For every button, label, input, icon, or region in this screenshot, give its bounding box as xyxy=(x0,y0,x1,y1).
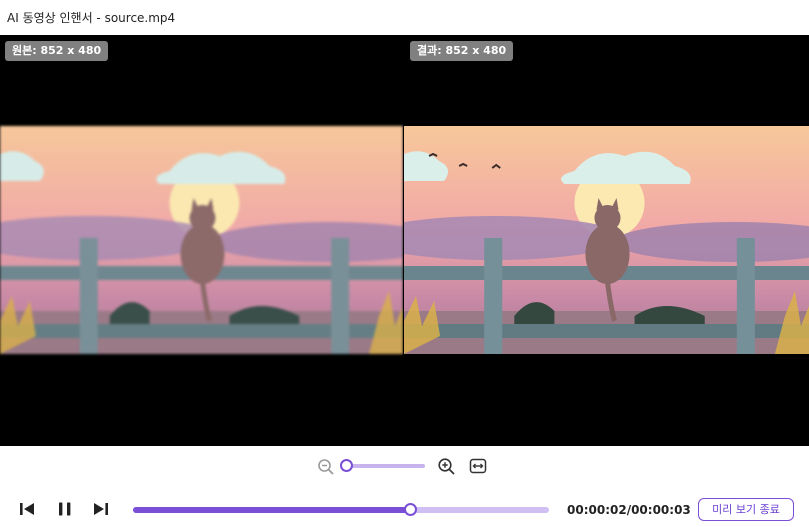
zoom-slider-thumb[interactable] xyxy=(340,459,353,472)
end-preview-button[interactable]: 미리 보기 종료 xyxy=(698,498,794,521)
original-resolution-badge: 원본: 852 x 480 xyxy=(5,41,109,61)
zoom-slider-track[interactable] xyxy=(343,464,425,468)
previous-frame-icon[interactable] xyxy=(19,501,37,517)
result-pane: 결과: 852 x 480 xyxy=(404,35,809,446)
original-pane: 원본: 852 x 480 xyxy=(0,35,403,446)
title-bar: AI 동영상 인핸서 - source.mp4 xyxy=(0,0,809,35)
pause-icon[interactable] xyxy=(56,501,74,517)
result-resolution-badge: 결과: 852 x 480 xyxy=(410,41,514,61)
next-frame-icon[interactable] xyxy=(91,501,109,517)
zoom-out-icon[interactable] xyxy=(317,458,335,476)
seek-bar-progress xyxy=(133,507,411,513)
playback-controls: 00:00:02/00:00:03 미리 보기 종료 xyxy=(0,486,809,527)
zoom-in-icon[interactable] xyxy=(437,457,456,476)
seek-bar[interactable] xyxy=(133,507,549,513)
result-frame-image xyxy=(404,126,809,354)
seek-bar-thumb[interactable] xyxy=(403,503,417,516)
result-video-frame xyxy=(404,126,809,354)
zoom-controls xyxy=(0,446,809,486)
fit-width-icon[interactable] xyxy=(469,457,487,475)
original-frame-image xyxy=(0,126,403,354)
preview-area: 원본: 852 x 480 결과: 852 x 480 xyxy=(0,35,809,446)
time-display: 00:00:02/00:00:03 xyxy=(567,503,691,517)
app-window: AI 동영상 인핸서 - source.mp4 원본: 852 x 480 결과… xyxy=(0,0,809,527)
original-video-frame xyxy=(0,126,403,354)
window-title: AI 동영상 인핸서 - source.mp4 xyxy=(7,11,176,25)
